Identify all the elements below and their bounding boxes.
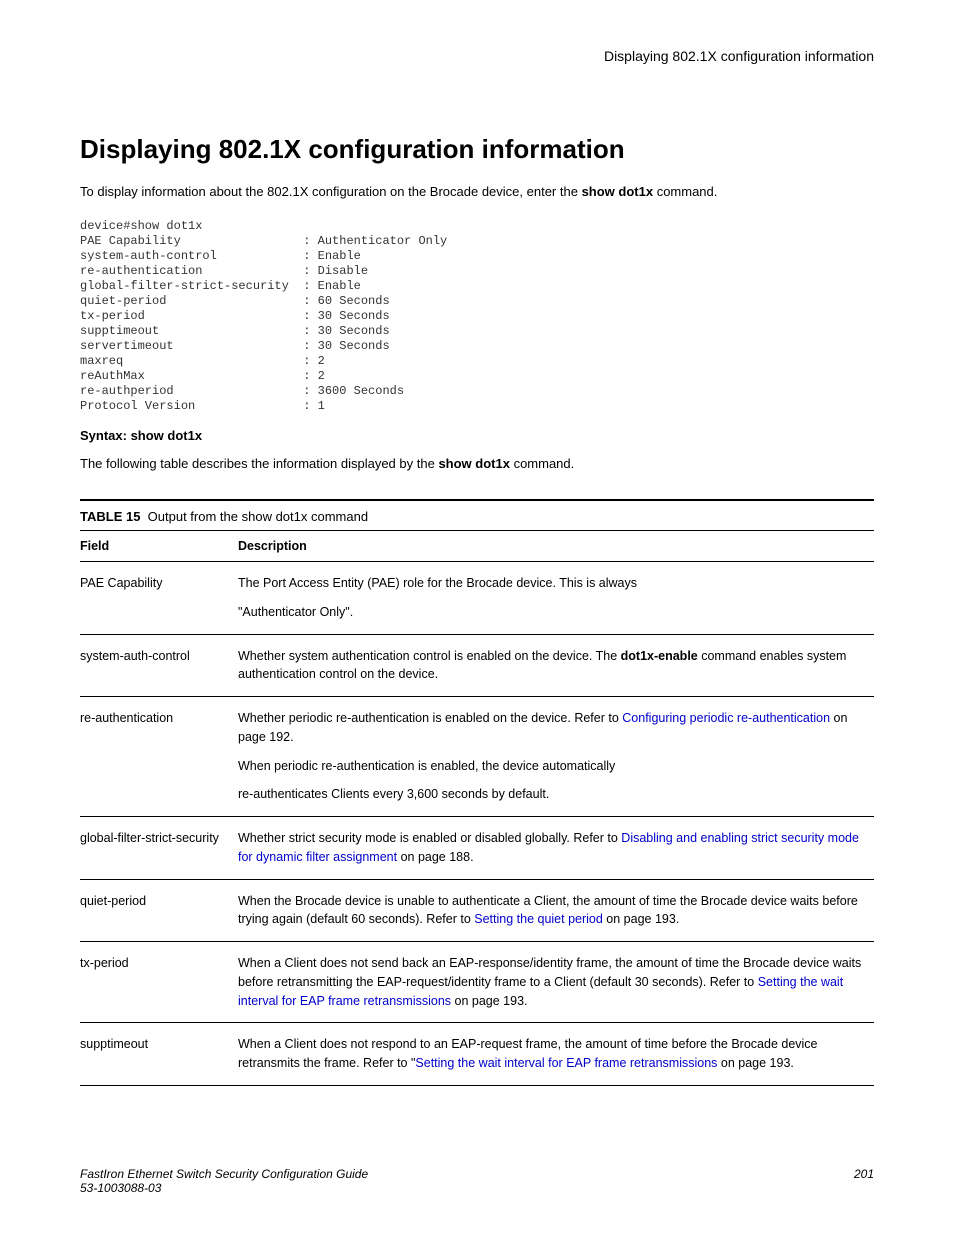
cli-output: device#show dot1x PAE Capability : Authe…: [80, 219, 874, 414]
desc-text: When periodic re-authentication is enabl…: [238, 757, 866, 776]
desc-text: re-authenticates Clients every 3,600 sec…: [238, 785, 866, 804]
desc-span: Whether strict security mode is enabled …: [238, 831, 621, 845]
desc-bold: dot1x-enable: [621, 649, 698, 663]
desc-cell: Whether strict security mode is enabled …: [238, 817, 874, 880]
desc-text: When the Brocade device is unable to aut…: [238, 892, 866, 930]
desc-text: When a Client does not send back an EAP-…: [238, 954, 866, 1010]
desc-span: on page 193.: [717, 1056, 793, 1070]
desc-cell: Whether system authentication control is…: [238, 634, 874, 697]
table-intro-post: command.: [510, 456, 574, 471]
desc-text: Whether periodic re-authentication is en…: [238, 709, 866, 747]
field-cell: re-authentication: [80, 697, 238, 817]
xref-link[interactable]: Configuring periodic re-authentication: [622, 711, 830, 725]
desc-cell: When a Client does not send back an EAP-…: [238, 942, 874, 1023]
desc-span: on page 193.: [603, 912, 679, 926]
page: Displaying 802.1X configuration informat…: [0, 0, 954, 1235]
intro-text-pre: To display information about the 802.1X …: [80, 184, 582, 199]
desc-text: "Authenticator Only".: [238, 603, 866, 622]
table-caption-text: Output from the show dot1x command: [148, 509, 368, 524]
field-cell: supptimeout: [80, 1023, 238, 1086]
desc-cell: The Port Access Entity (PAE) role for th…: [238, 562, 874, 635]
page-footer: FastIron Ethernet Switch Security Config…: [80, 1167, 874, 1195]
table-row: global-filter-strict-security Whether st…: [80, 817, 874, 880]
field-cell: quiet-period: [80, 879, 238, 942]
xref-link[interactable]: Setting the wait interval for EAP frame …: [415, 1056, 717, 1070]
desc-span: on page 193.: [451, 994, 527, 1008]
table-caption: TABLE 15 Output from the show dot1x comm…: [80, 499, 874, 524]
col-field: Field: [80, 531, 238, 562]
output-table: Field Description PAE Capability The Por…: [80, 530, 874, 1086]
field-cell: system-auth-control: [80, 634, 238, 697]
desc-text: The Port Access Entity (PAE) role for th…: [238, 574, 866, 593]
desc-cell: Whether periodic re-authentication is en…: [238, 697, 874, 817]
col-description: Description: [238, 531, 874, 562]
field-cell: global-filter-strict-security: [80, 817, 238, 880]
desc-span: Whether periodic re-authentication is en…: [238, 711, 622, 725]
field-cell: PAE Capability: [80, 562, 238, 635]
desc-span: on page 188.: [397, 850, 473, 864]
table-row: PAE Capability The Port Access Entity (P…: [80, 562, 874, 635]
table-row: system-auth-control Whether system authe…: [80, 634, 874, 697]
running-header: Displaying 802.1X configuration informat…: [80, 48, 874, 64]
footer-page-number: 201: [854, 1167, 874, 1195]
intro-command: show dot1x: [582, 184, 654, 199]
table-row: re-authentication Whether periodic re-au…: [80, 697, 874, 817]
xref-link[interactable]: Setting the quiet period: [474, 912, 603, 926]
table-row: tx-period When a Client does not send ba…: [80, 942, 874, 1023]
desc-cell: When a Client does not respond to an EAP…: [238, 1023, 874, 1086]
table-row: supptimeout When a Client does not respo…: [80, 1023, 874, 1086]
desc-text: Whether strict security mode is enabled …: [238, 829, 866, 867]
intro-text-post: command.: [653, 184, 717, 199]
table-row: quiet-period When the Brocade device is …: [80, 879, 874, 942]
footer-doc-number: 53-1003088-03: [80, 1181, 161, 1195]
desc-cell: When the Brocade device is unable to aut…: [238, 879, 874, 942]
desc-text: Whether system authentication control is…: [238, 647, 866, 685]
desc-span: Whether system authentication control is…: [238, 649, 621, 663]
field-cell: tx-period: [80, 942, 238, 1023]
table-caption-label: TABLE 15: [80, 509, 140, 524]
footer-doc-title: FastIron Ethernet Switch Security Config…: [80, 1167, 368, 1181]
desc-text: When a Client does not respond to an EAP…: [238, 1035, 866, 1073]
intro-paragraph: To display information about the 802.1X …: [80, 183, 874, 201]
table-header-row: Field Description: [80, 531, 874, 562]
table-intro: The following table describes the inform…: [80, 456, 874, 471]
footer-left: FastIron Ethernet Switch Security Config…: [80, 1167, 368, 1195]
table-intro-pre: The following table describes the inform…: [80, 456, 438, 471]
syntax-line: Syntax: show dot1x: [80, 428, 874, 443]
page-title: Displaying 802.1X configuration informat…: [80, 134, 874, 165]
table-intro-cmd: show dot1x: [438, 456, 510, 471]
